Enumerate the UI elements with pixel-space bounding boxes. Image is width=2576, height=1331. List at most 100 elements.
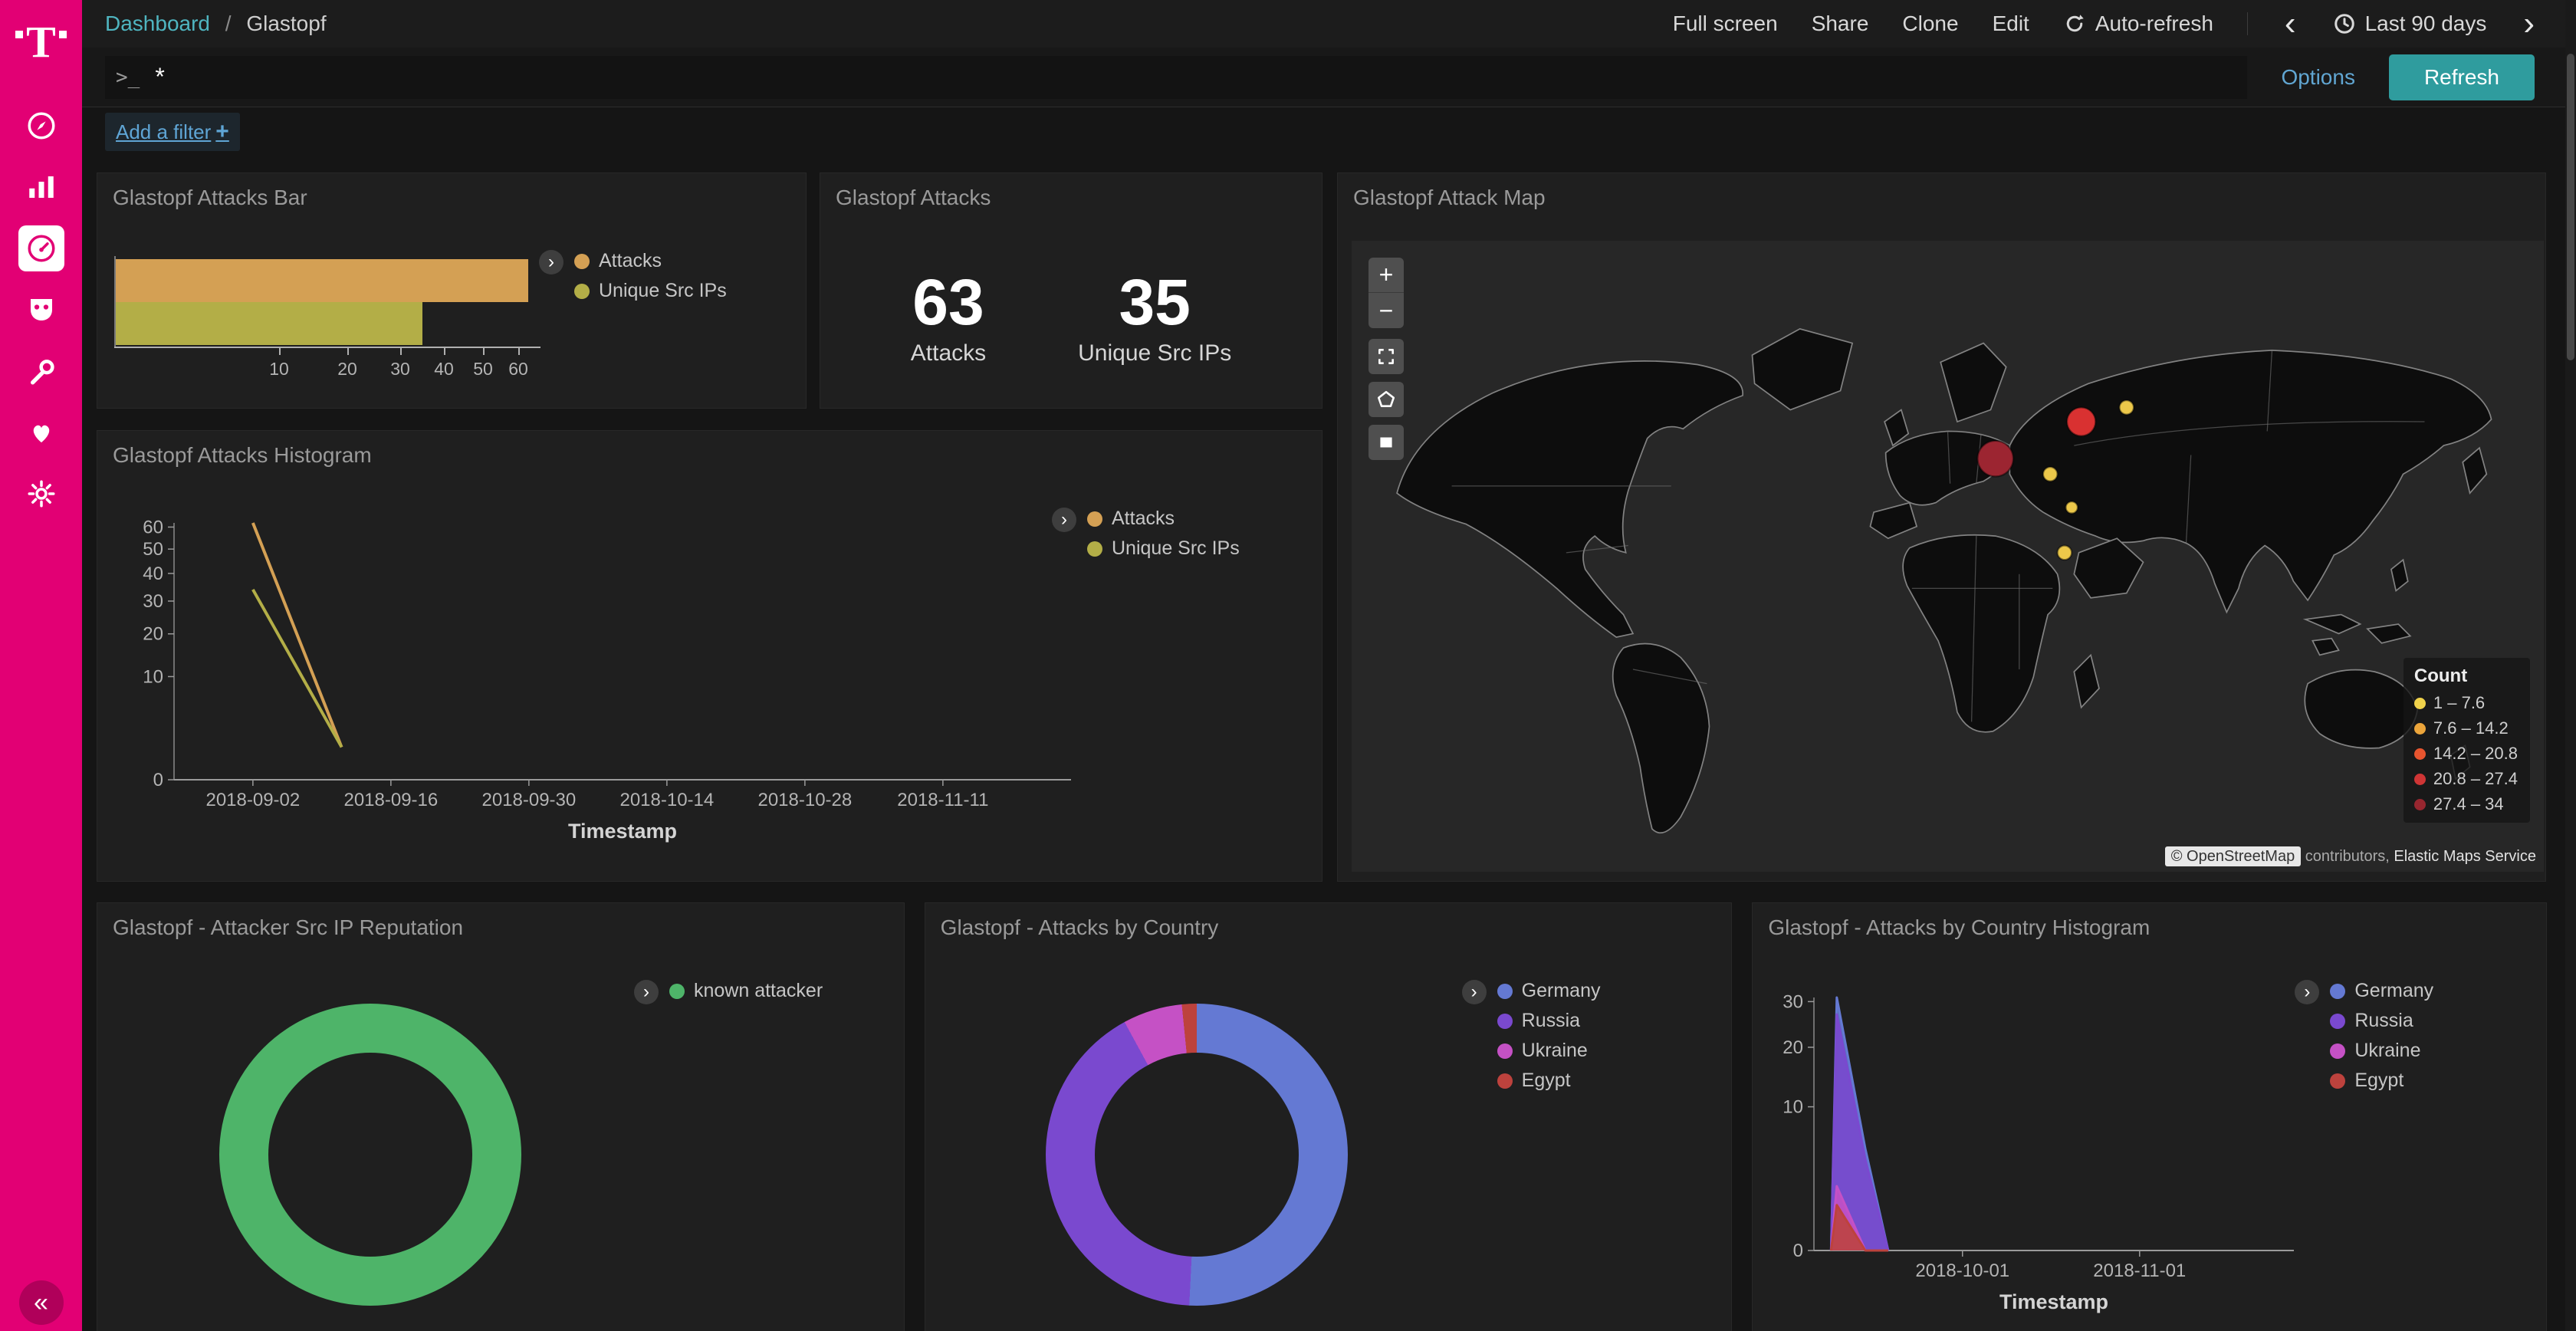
legend-toggle-icon[interactable]: › [634, 980, 659, 1004]
breadcrumb-dashboard-link[interactable]: Dashboard [105, 12, 210, 35]
time-range-picker[interactable]: Last 90 days [2333, 12, 2487, 36]
map-zoom-in-button[interactable]: + [1368, 258, 1404, 293]
legend-item[interactable]: 7.6 – 14.2 [2414, 718, 2518, 738]
add-filter-link[interactable]: Add a filter+ [105, 113, 240, 151]
full-screen-button[interactable]: Full screen [1673, 12, 1778, 36]
share-button[interactable]: Share [1812, 12, 1869, 36]
map-draw-rectangle-button[interactable] [1368, 425, 1404, 460]
sidebar-item-management[interactable] [18, 471, 64, 517]
edit-button[interactable]: Edit [1993, 12, 2029, 36]
logo-letter: T [26, 20, 56, 64]
legend-item[interactable]: Germany [1497, 980, 1601, 1002]
country-donut-chart[interactable] [1046, 1004, 1348, 1306]
metric: 35 Unique Src IPs [1078, 267, 1231, 366]
axis-tick-label: 30 [390, 359, 410, 380]
scrollbar-track[interactable] [2565, 0, 2576, 1331]
legend-item[interactable]: Egypt [1497, 1070, 1601, 1092]
auto-refresh-button[interactable]: Auto-refresh [2063, 12, 2213, 36]
time-back-button[interactable]: ‹ [2282, 7, 2299, 41]
metric-value: 35 [1078, 267, 1231, 337]
bar-Unique Src IPs[interactable] [114, 302, 422, 345]
bar-Attacks[interactable] [114, 259, 528, 302]
world-map[interactable]: + − [1352, 241, 2544, 872]
legend-item[interactable]: 27.4 – 34 [2414, 794, 2518, 814]
legend-color-dot [574, 254, 590, 269]
legend-item[interactable]: Attacks [574, 250, 727, 272]
legend-label: known attacker [694, 980, 823, 1002]
chart-legend: › Attacks Unique Src IPs [539, 250, 727, 310]
map-zoom-out-button[interactable]: − [1368, 293, 1404, 328]
sidebar-collapse-button[interactable]: « [19, 1280, 64, 1325]
bar-chart-y-axis [114, 256, 116, 348]
legend-item[interactable]: Unique Src IPs [574, 280, 727, 302]
breadcrumb-separator: / [225, 12, 232, 35]
panel-title: Glastopf Attacks [836, 186, 1306, 210]
svg-text:2018-10-14: 2018-10-14 [619, 790, 714, 810]
legend-item[interactable]: Russia [2330, 1010, 2433, 1032]
axis-tick [279, 348, 281, 355]
refresh-button[interactable]: Refresh [2389, 54, 2535, 100]
legend-item[interactable]: Ukraine [2330, 1040, 2433, 1062]
sidebar-nav [18, 103, 64, 517]
legend-toggle-icon[interactable]: › [539, 250, 564, 274]
sidebar-item-dashboard[interactable] [18, 225, 64, 271]
legend-item[interactable]: 20.8 – 27.4 [2414, 769, 2518, 789]
legend-label: Egypt [2354, 1070, 2404, 1092]
legend-item[interactable]: Attacks [1087, 508, 1240, 530]
wrench-icon [25, 355, 58, 387]
legend-toggle-icon[interactable]: › [2295, 980, 2319, 1004]
legend-item[interactable]: known attacker [669, 980, 823, 1002]
legend-item[interactable]: 1 – 7.6 [2414, 693, 2518, 713]
clone-button[interactable]: Clone [1902, 12, 1958, 36]
legend-item[interactable]: Ukraine [1497, 1040, 1601, 1062]
legend-color-dot [2330, 1043, 2345, 1059]
topbar-actions: Full screen Share Clone Edit Auto-refres… [1673, 7, 2538, 41]
ems-attribution[interactable]: Elastic Maps Service [2394, 848, 2536, 865]
rectangle-tool-icon [1376, 432, 1396, 452]
legend-item[interactable]: Egypt [2330, 1070, 2433, 1092]
legend-item[interactable]: Germany [2330, 980, 2433, 1002]
svg-text:40: 40 [143, 564, 163, 584]
time-forward-button[interactable]: › [2520, 7, 2538, 41]
chart-legend: › Attacks Unique Src IPs [1052, 508, 1240, 567]
osm-attribution[interactable]: © OpenStreetMap [2165, 846, 2301, 866]
map-attribution: © OpenStreetMap contributors, Elastic Ma… [2165, 848, 2536, 866]
map-count-legend: Count 1 – 7.67.6 – 14.214.2 – 20.820.8 –… [2404, 658, 2530, 823]
axis-tick [444, 348, 445, 355]
svg-text:Timestamp: Timestamp [1999, 1290, 2108, 1313]
legend-label: Germany [1522, 980, 1601, 1002]
legend-item[interactable]: Russia [1497, 1010, 1601, 1032]
axis-tick-label: 60 [508, 359, 528, 380]
map-fit-bounds-button[interactable] [1368, 339, 1404, 374]
legend-item[interactable]: Unique Src IPs [1087, 537, 1240, 560]
legend-label: Russia [1522, 1010, 1580, 1032]
options-link[interactable]: Options [2281, 65, 2355, 90]
panel-title: Glastopf Attack Map [1352, 186, 2544, 210]
dashboard-grid: Glastopf Attacks Bar 102030405060 › Atta… [82, 156, 2565, 1331]
legend-color-dot [1087, 541, 1102, 557]
panel-title: Glastopf - Attacker Src IP Reputation [113, 915, 889, 940]
area-chart: 30201002018-10-012018-11-01Timestamp [1765, 976, 2317, 1331]
refresh-cycle-icon [2063, 12, 2086, 35]
axis-tick-label: 40 [434, 359, 454, 380]
sidebar-item-monitoring[interactable] [18, 409, 64, 455]
bar-chart-icon [25, 171, 58, 203]
sidebar-item-discover[interactable] [18, 103, 64, 149]
map-draw-polygon-button[interactable] [1368, 382, 1404, 417]
sidebar-item-visualize[interactable] [18, 164, 64, 210]
svg-text:10: 10 [1783, 1097, 1804, 1118]
sidebar-item-mask[interactable] [18, 287, 64, 333]
query-prompt-icon: >_ [116, 66, 140, 89]
metric-label: Unique Src IPs [1078, 340, 1231, 366]
svg-text:60: 60 [143, 517, 163, 537]
legend-toggle-icon[interactable]: › [1462, 980, 1487, 1004]
bar-chart-x-ticks: 102030405060 [114, 348, 544, 385]
sidebar-item-dev-tools[interactable] [18, 348, 64, 394]
query-input[interactable]: >_ * [105, 56, 2247, 99]
scrollbar-thumb[interactable] [2567, 54, 2574, 360]
chart-legend: › Germany Russia Ukraine Egypt [2295, 980, 2433, 1099]
legend-item[interactable]: 14.2 – 20.8 [2414, 744, 2518, 764]
reputation-donut-chart[interactable] [219, 1004, 521, 1306]
legend-toggle-icon[interactable]: › [1052, 508, 1076, 532]
legend-color-dot [1497, 1043, 1513, 1059]
